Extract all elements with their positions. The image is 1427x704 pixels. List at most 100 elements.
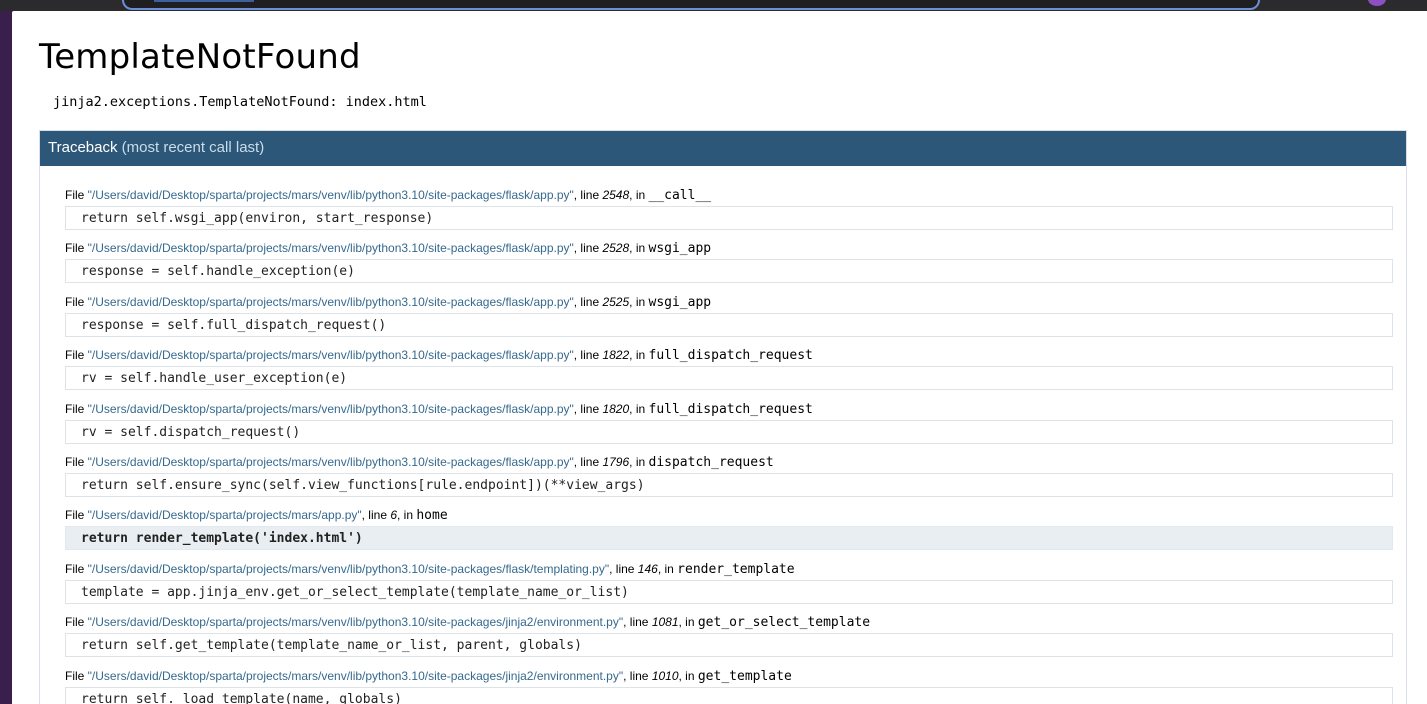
file-word: File <box>65 188 88 202</box>
error-message: jinja2.exceptions.TemplateNotFound: inde… <box>53 94 427 110</box>
file-word: File <box>65 241 88 256</box>
in-word: , in <box>657 561 678 576</box>
in-word: , in <box>629 454 649 469</box>
frame-line-number: 1822 <box>602 348 630 363</box>
frame-source-line[interactable]: response = self.handle_exception(e) <box>65 259 1393 284</box>
traceback-frame[interactable]: File "/Users/david/Desktop/sparta/projec… <box>65 665 1393 704</box>
line-word: , line <box>361 508 391 523</box>
line-word: , line <box>573 294 603 309</box>
frame-location: File "/Users/david/Desktop/sparta/projec… <box>65 611 1393 633</box>
frame-file-path[interactable]: "/Users/david/Desktop/sparta/projects/ma… <box>88 562 609 576</box>
in-word: , in <box>629 294 649 309</box>
in-word: , in <box>629 401 649 416</box>
frame-location: File "/Users/david/Desktop/sparta/projec… <box>65 398 1393 420</box>
file-word: File <box>65 348 88 363</box>
traceback-frame[interactable]: File "/Users/david/Desktop/sparta/projec… <box>65 184 1393 237</box>
in-word: , in <box>678 615 698 630</box>
frame-line-number: 2528 <box>602 241 630 256</box>
in-word: , in <box>397 508 417 523</box>
frame-function-name: wsgi_app <box>648 241 712 257</box>
line-word: , line <box>623 668 652 683</box>
frame-file-path[interactable]: "/Users/david/Desktop/sparta/projects/ma… <box>88 402 574 416</box>
line-word: , line <box>623 615 652 630</box>
frame-line-number: 146 <box>637 561 658 576</box>
frame-source-line[interactable]: return self._load_template(name, globals… <box>65 686 1393 704</box>
frame-location: File "/Users/david/Desktop/sparta/projec… <box>65 451 1393 473</box>
traceback-frame[interactable]: File "/Users/david/Desktop/sparta/projec… <box>65 344 1393 397</box>
frame-function-name: get_template <box>697 668 792 684</box>
address-bar[interactable] <box>122 0 1260 10</box>
in-word: , in <box>629 348 649 363</box>
frame-function-name: __call__ <box>648 188 712 203</box>
frame-location: File "/Users/david/Desktop/sparta/projec… <box>65 344 1393 366</box>
file-word: File <box>65 454 88 469</box>
file-word: File <box>65 294 88 309</box>
file-word: File <box>65 615 88 630</box>
frame-line-number: 1820 <box>602 401 630 416</box>
error-page: TemplateNotFound jinja2.exceptions.Templ… <box>12 11 1427 704</box>
frame-location: File "/Users/david/Desktop/sparta/projec… <box>65 291 1393 313</box>
frame-line-number: 1081 <box>651 615 679 630</box>
traceback-frame[interactable]: File "/Users/david/Desktop/sparta/projec… <box>65 291 1393 344</box>
traceback-header: Traceback (most recent call last) <box>40 131 1406 166</box>
frame-line-number: 2548 <box>602 188 630 202</box>
frame-source-line[interactable]: rv = self.dispatch_request() <box>65 419 1393 444</box>
traceback-frames: File "/Users/david/Desktop/sparta/projec… <box>65 184 1393 704</box>
frame-source-line[interactable]: return render_template('index.html') <box>65 526 1393 551</box>
profile-avatar[interactable] <box>1368 0 1386 6</box>
frame-source-line[interactable]: return self.wsgi_app(environ, start_resp… <box>65 206 1393 230</box>
frame-source-line[interactable]: return self.ensure_sync(self.view_functi… <box>65 472 1393 497</box>
traceback-label: Traceback <box>48 139 118 156</box>
traceback-frame[interactable]: File "/Users/david/Desktop/sparta/projec… <box>65 611 1393 664</box>
line-word: , line <box>573 401 603 416</box>
file-word: File <box>65 561 88 576</box>
traceback-frame[interactable]: File "/Users/david/Desktop/sparta/projec… <box>65 504 1393 557</box>
traceback-frame[interactable]: File "/Users/david/Desktop/sparta/projec… <box>65 558 1393 611</box>
frame-file-path[interactable]: "/Users/david/Desktop/sparta/projects/ma… <box>88 669 623 683</box>
frame-file-path[interactable]: "/Users/david/Desktop/sparta/projects/ma… <box>88 348 574 362</box>
frame-location: File "/Users/david/Desktop/sparta/projec… <box>65 558 1393 580</box>
frame-location: File "/Users/david/Desktop/sparta/projec… <box>65 504 1393 526</box>
traceback-frame[interactable]: File "/Users/david/Desktop/sparta/projec… <box>65 237 1393 290</box>
frame-function-name: full_dispatch_request <box>648 348 813 364</box>
frame-file-path[interactable]: "/Users/david/Desktop/sparta/projects/ma… <box>88 508 362 522</box>
browser-toolbar <box>0 0 1427 11</box>
frame-function-name: render_template <box>677 561 795 577</box>
frame-function-name: dispatch_request <box>648 454 774 470</box>
frame-file-path[interactable]: "/Users/david/Desktop/sparta/projects/ma… <box>88 241 574 255</box>
frame-location: File "/Users/david/Desktop/sparta/projec… <box>65 665 1393 687</box>
file-word: File <box>65 668 88 683</box>
frame-line-number: 1796 <box>602 454 630 469</box>
frame-function-name: get_or_select_template <box>697 615 871 631</box>
frame-source-line[interactable]: response = self.full_dispatch_request() <box>65 312 1393 337</box>
line-word: , line <box>573 188 603 202</box>
traceback-frame[interactable]: File "/Users/david/Desktop/sparta/projec… <box>65 451 1393 504</box>
frame-file-path[interactable]: "/Users/david/Desktop/sparta/projects/ma… <box>88 188 574 202</box>
frame-function-name: home <box>416 508 448 524</box>
in-word: , in <box>629 188 649 202</box>
frame-function-name: wsgi_app <box>648 294 712 310</box>
frame-source-line[interactable]: template = app.jinja_env.get_or_select_t… <box>65 579 1393 604</box>
file-word: File <box>65 401 88 416</box>
line-word: , line <box>573 454 603 469</box>
frame-file-path[interactable]: "/Users/david/Desktop/sparta/projects/ma… <box>88 455 574 469</box>
file-word: File <box>65 508 88 523</box>
traceback-sublabel: (most recent call last) <box>121 139 265 156</box>
page-title: TemplateNotFound <box>39 37 361 77</box>
frame-location: File "/Users/david/Desktop/sparta/projec… <box>65 237 1393 259</box>
frame-line-number: 6 <box>390 508 398 523</box>
frame-file-path[interactable]: "/Users/david/Desktop/sparta/projects/ma… <box>88 295 574 309</box>
frame-source-line[interactable]: rv = self.handle_user_exception(e) <box>65 366 1393 391</box>
line-word: , line <box>609 561 638 576</box>
traceback-frame[interactable]: File "/Users/david/Desktop/sparta/projec… <box>65 398 1393 451</box>
frame-line-number: 2525 <box>602 294 630 309</box>
line-word: , line <box>573 348 603 363</box>
frame-line-number: 1010 <box>651 668 679 683</box>
line-word: , line <box>573 241 603 256</box>
frame-function-name: full_dispatch_request <box>648 401 813 417</box>
frame-file-path[interactable]: "/Users/david/Desktop/sparta/projects/ma… <box>88 615 623 629</box>
frame-source-line[interactable]: return self.get_template(template_name_o… <box>65 633 1393 658</box>
url-selection <box>154 0 254 2</box>
in-word: , in <box>678 668 698 683</box>
frame-location: File "/Users/david/Desktop/sparta/projec… <box>65 184 1393 206</box>
